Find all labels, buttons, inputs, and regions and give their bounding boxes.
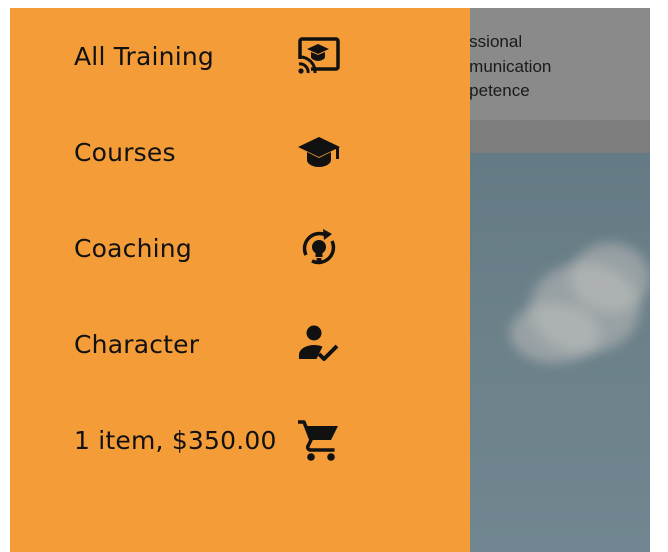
menu-item-label: Character xyxy=(74,329,200,359)
menu-item-courses[interactable]: Courses xyxy=(74,120,364,184)
graduation-cap-icon xyxy=(296,129,342,175)
cast-for-education-icon xyxy=(296,33,342,79)
shopping-cart-icon xyxy=(296,417,342,463)
cart-summary-label: 1 item, $350.00 xyxy=(74,425,277,455)
menu-item-all-training[interactable]: All Training xyxy=(74,24,364,88)
menu-item-coaching[interactable]: Coaching xyxy=(74,216,364,280)
lightbulb-refresh-icon xyxy=(296,225,342,271)
app-viewport: fessional mmunication mpetence All Train… xyxy=(10,8,650,552)
background-site-title: fessional mmunication mpetence xyxy=(455,32,552,100)
cart-summary[interactable]: 1 item, $350.00 xyxy=(74,408,364,472)
menu-item-character[interactable]: Character xyxy=(74,312,364,376)
side-drawer-menu: All Training Courses Coaching Character … xyxy=(10,8,470,552)
menu-item-label: All Training xyxy=(74,41,214,71)
menu-item-label: Courses xyxy=(74,137,176,167)
person-check-icon xyxy=(296,321,342,367)
menu-item-label: Coaching xyxy=(74,233,192,263)
